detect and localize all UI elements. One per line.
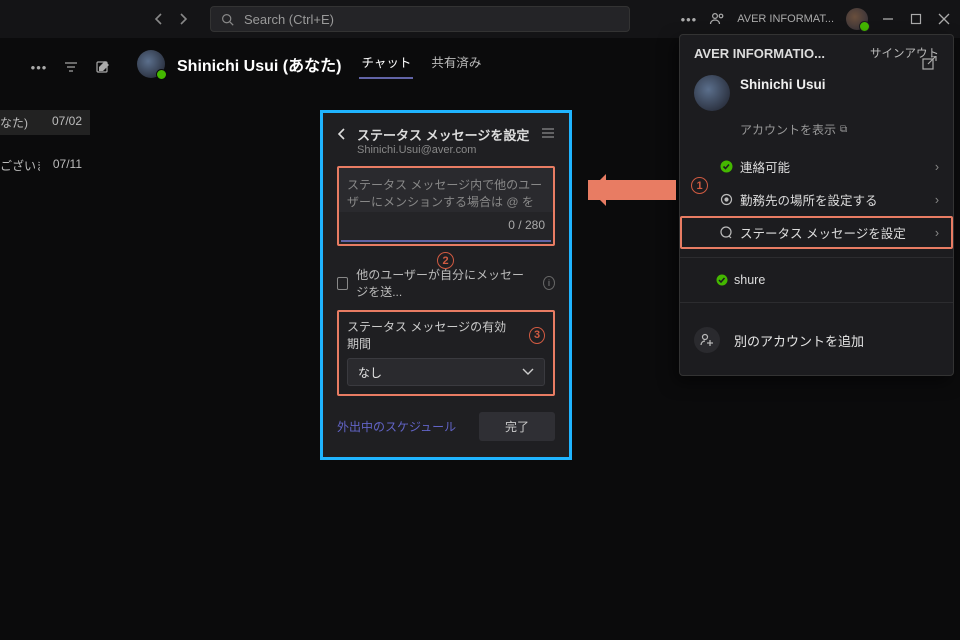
chevron-right-icon: › (935, 193, 939, 207)
status-message-dialog: ステータス メッセージを設定 Shinichi.Usui@aver.com 0 … (320, 110, 572, 460)
people-icon[interactable] (709, 11, 725, 27)
callout-arrow (588, 180, 676, 200)
chevron-right-icon: › (935, 160, 939, 174)
separator (680, 302, 953, 303)
dialog-title: ステータス メッセージを設定 (357, 125, 529, 144)
done-button[interactable]: 完了 (479, 412, 555, 441)
search-placeholder: Search (Ctrl+E) (244, 12, 334, 27)
account-org: AVER INFORMATIO... (694, 46, 825, 61)
close-icon[interactable] (936, 11, 952, 27)
status-textarea-wrap: 0 / 280 (337, 166, 555, 246)
menu-availability[interactable]: 連絡可能 › (680, 150, 953, 183)
notify-checkbox-row: 他のユーザーが自分にメッセージを送... i (337, 266, 555, 300)
tab-chat[interactable]: チャット (359, 48, 413, 79)
location-icon (718, 193, 734, 206)
org-short: AVER INFORMAT... (737, 13, 834, 25)
menu-status-message[interactable]: ステータス メッセージを設定 › (680, 216, 953, 249)
other-org[interactable]: shure (680, 266, 953, 294)
chat-item[interactable]: ございます 07/11 (0, 153, 90, 178)
nav-fwd-icon[interactable] (178, 13, 198, 25)
notify-label: 他のユーザーが自分にメッセージを送... (356, 266, 535, 300)
account-name: Shinichi Usui (740, 75, 826, 111)
menu-location[interactable]: 勤務先の場所を設定する › (680, 183, 953, 216)
account-user: Shinichi Usui (680, 67, 953, 117)
tab-shared[interactable]: 共有済み (429, 48, 483, 79)
ellipsis-icon[interactable]: ••• (681, 12, 698, 27)
chat-list-fragment: なた) 07/02 ございます 07/11 (0, 110, 90, 178)
add-account-icon (694, 327, 720, 353)
callout-2: 2 (437, 252, 454, 269)
account-panel: AVER INFORMATIO... サインアウト Shinichi Usui … (679, 34, 954, 376)
info-icon[interactable]: i (543, 276, 555, 290)
duration-select[interactable]: なし (347, 358, 545, 386)
show-account-link[interactable]: アカウントを表示 ⧉ (680, 117, 953, 150)
external-icon: ⧉ (840, 124, 847, 135)
dialog-email: Shinichi.Usui@aver.com (357, 144, 529, 156)
chevron-right-icon: › (935, 226, 939, 240)
chat-item[interactable]: なた) 07/02 (0, 110, 90, 135)
add-account[interactable]: 別のアカウントを追加 (680, 311, 953, 369)
duration-label: ステータス メッセージの有効期間 (347, 318, 515, 352)
tray: ••• AVER INFORMAT... (681, 8, 952, 30)
compose-icon[interactable] (94, 58, 112, 76)
char-counter: 0 / 280 (339, 212, 553, 240)
avatar-large (694, 75, 730, 111)
dialog-more-icon[interactable] (541, 125, 555, 139)
available-icon (714, 274, 730, 286)
chevron-down-icon (522, 368, 534, 376)
chat-title: Shinichi Usui (あなた) (177, 52, 341, 76)
notify-checkbox[interactable] (337, 277, 348, 290)
available-icon (718, 160, 734, 173)
back-icon[interactable] (337, 125, 347, 141)
tabs: チャット 共有済み (359, 48, 483, 79)
separator (680, 257, 953, 258)
search-icon (221, 13, 234, 26)
avatar-mini[interactable] (846, 8, 868, 30)
message-icon (718, 226, 734, 239)
avatar (137, 50, 165, 78)
status-textarea[interactable] (339, 168, 553, 212)
nav-arrows (154, 13, 198, 25)
chat-header: Shinichi Usui (あなた) チャット 共有済み (137, 48, 483, 79)
popout-icon[interactable] (922, 56, 938, 72)
nav-back-icon[interactable] (154, 13, 174, 25)
minimize-icon[interactable] (880, 11, 896, 27)
focus-underline (341, 240, 551, 242)
callout-3: 3 (529, 327, 545, 344)
maximize-icon[interactable] (908, 11, 924, 27)
titlebar: Search (Ctrl+E) ••• AVER INFORMAT... (0, 0, 960, 38)
left-controls: ••• (30, 58, 112, 76)
out-of-office-link[interactable]: 外出中のスケジュール (337, 418, 456, 435)
more-icon[interactable]: ••• (30, 58, 48, 76)
duration-group: ステータス メッセージの有効期間 3 なし (337, 310, 555, 396)
filter-icon[interactable] (62, 58, 80, 76)
callout-1: 1 (691, 177, 708, 194)
search-input[interactable]: Search (Ctrl+E) (210, 6, 630, 32)
